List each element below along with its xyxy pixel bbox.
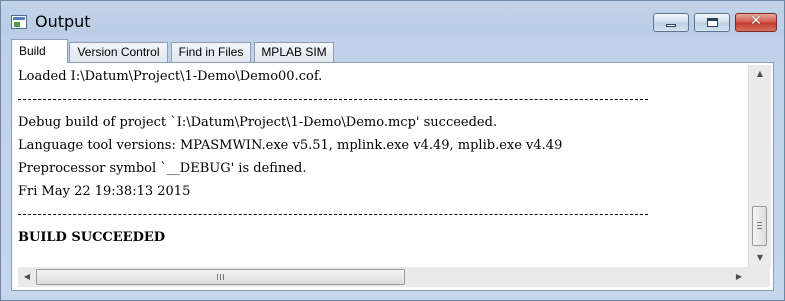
output-line: Debug build of project `I:\Datum\Project… (18, 115, 498, 130)
separator-line-container (18, 88, 744, 111)
vertical-scroll-thumb[interactable] (752, 206, 767, 246)
output-text-area[interactable]: Loaded I:\Datum\Project\1-Demo\Demo00.co… (18, 65, 744, 267)
window-title: Output (35, 12, 91, 31)
build-result: BUILD SUCCEEDED (18, 230, 166, 245)
scroll-left-icon[interactable]: ◀ (18, 267, 36, 287)
tab-strip: Build Version Control Find in Files MPLA… (11, 39, 771, 63)
vertical-scrollbar[interactable]: ▲ ▼ (748, 65, 771, 267)
grip-line (757, 228, 762, 229)
minimize-button[interactable] (653, 13, 689, 32)
title-bar[interactable]: Output ✕ (1, 1, 784, 39)
close-button[interactable]: ✕ (735, 13, 777, 32)
scroll-down-icon[interactable]: ▼ (749, 249, 771, 267)
tab-build[interactable]: Build (11, 39, 68, 63)
output-line: Preprocessor symbol `__DEBUG' is defined… (18, 161, 307, 176)
horizontal-scroll-thumb[interactable] (36, 269, 405, 285)
grip-line (220, 274, 221, 280)
scroll-right-icon[interactable]: ▶ (730, 267, 748, 287)
minimize-icon (666, 24, 676, 27)
output-line: Loaded I:\Datum\Project\1-Demo\Demo00.co… (18, 69, 323, 84)
window-icon[interactable] (11, 15, 27, 29)
maximize-button[interactable] (694, 13, 730, 32)
dashed-separator (18, 99, 648, 100)
grip-line (223, 274, 224, 280)
maximize-icon (707, 18, 718, 27)
dashed-separator (18, 214, 648, 215)
close-icon: ✕ (750, 13, 762, 29)
grip-line (757, 222, 762, 223)
horizontal-scrollbar[interactable]: ◀ ▶ (18, 267, 748, 287)
separator-line-container (18, 203, 744, 226)
grip-line (757, 225, 762, 226)
output-line: Language tool versions: MPASMWIN.exe v5.… (18, 138, 563, 153)
build-output-panel: Loaded I:\Datum\Project\1-Demo\Demo00.co… (11, 62, 774, 291)
output-line: Fri May 22 19:38:13 2015 (18, 184, 191, 199)
tab-mplab-sim[interactable]: MPLAB SIM (254, 42, 334, 62)
scrollbar-corner (748, 267, 770, 287)
output-window: Output ✕ Build Version Control Find in F… (0, 0, 785, 301)
grip-line (217, 274, 218, 280)
scroll-up-icon[interactable]: ▲ (749, 65, 771, 83)
tab-find-in-files[interactable]: Find in Files (171, 42, 251, 62)
tab-version-control[interactable]: Version Control (69, 42, 168, 62)
